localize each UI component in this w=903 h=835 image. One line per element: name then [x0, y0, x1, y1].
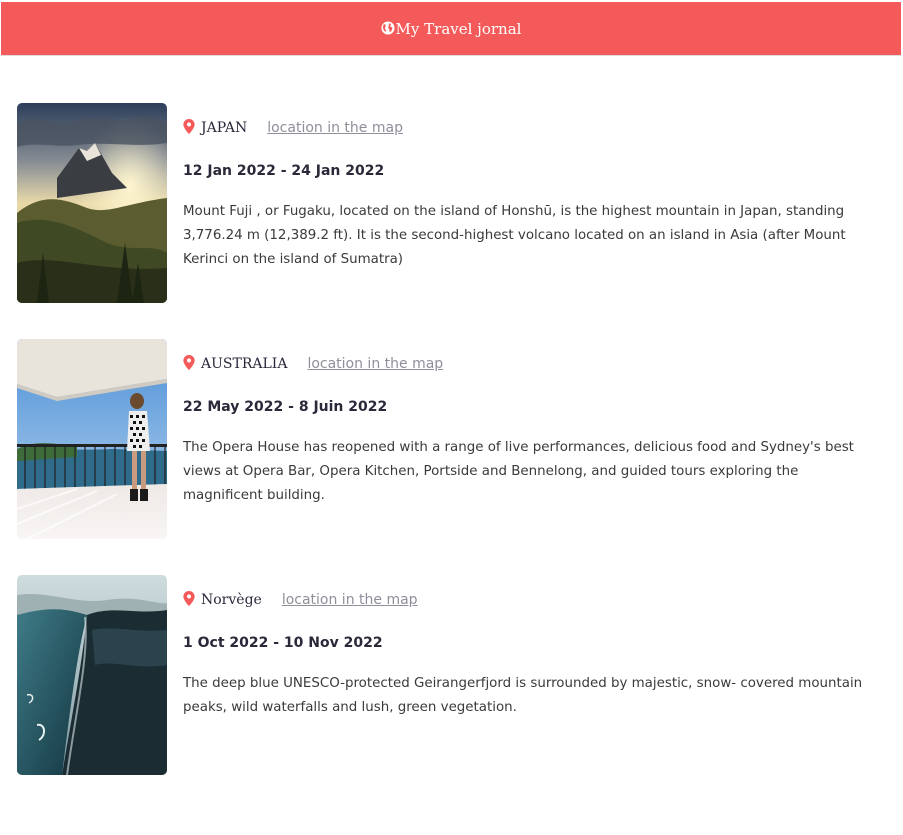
balcony-harbour-photo: [17, 339, 167, 539]
country-name: JAPAN: [201, 120, 248, 136]
mountain-sunset-photo: [17, 103, 167, 303]
map-link[interactable]: location in the map: [282, 592, 418, 608]
country-name: AUSTRALIA: [201, 356, 288, 372]
map-link[interactable]: location in the map: [307, 356, 443, 372]
trip-dates: 22 May 2022 - 8 Juin 2022: [183, 399, 388, 415]
location-pin-icon: [183, 354, 195, 370]
app-title: My Travel jornal: [395, 19, 522, 38]
country-name: Norvège: [201, 592, 262, 608]
app-header: My Travel jornal: [1, 2, 901, 56]
entry-image: [17, 575, 167, 775]
fjord-aerial-photo: [17, 575, 167, 775]
location-row: AUSTRALIA location in the map: [183, 354, 443, 372]
trip-dates: 1 Oct 2022 - 10 Nov 2022: [183, 635, 383, 651]
trip-description: The deep blue UNESCO-protected Geiranger…: [183, 676, 863, 715]
location-row: JAPAN location in the map: [183, 118, 403, 136]
trip-dates: 12 Jan 2022 - 24 Jan 2022: [183, 163, 385, 179]
journal-entry: Norvège location in the map 1 Oct 2022 -…: [17, 575, 877, 775]
location-pin-icon: [183, 118, 195, 134]
globe-icon: [380, 20, 395, 35]
trip-description: The Opera House has reopened with a rang…: [183, 440, 854, 503]
journal-entry: JAPAN location in the map 12 Jan 2022 - …: [17, 103, 877, 303]
page: My Travel jornal JAPAN location in the m…: [0, 0, 903, 835]
location-pin-icon: [183, 590, 195, 606]
location-row: Norvège location in the map: [183, 590, 418, 608]
entry-image: [17, 339, 167, 539]
entry-image: [17, 103, 167, 303]
journal-entry: AUSTRALIA location in the map 22 May 202…: [17, 339, 877, 539]
map-link[interactable]: location in the map: [267, 120, 403, 136]
trip-description: Mount Fuji , or Fugaku, located on the i…: [183, 204, 846, 267]
